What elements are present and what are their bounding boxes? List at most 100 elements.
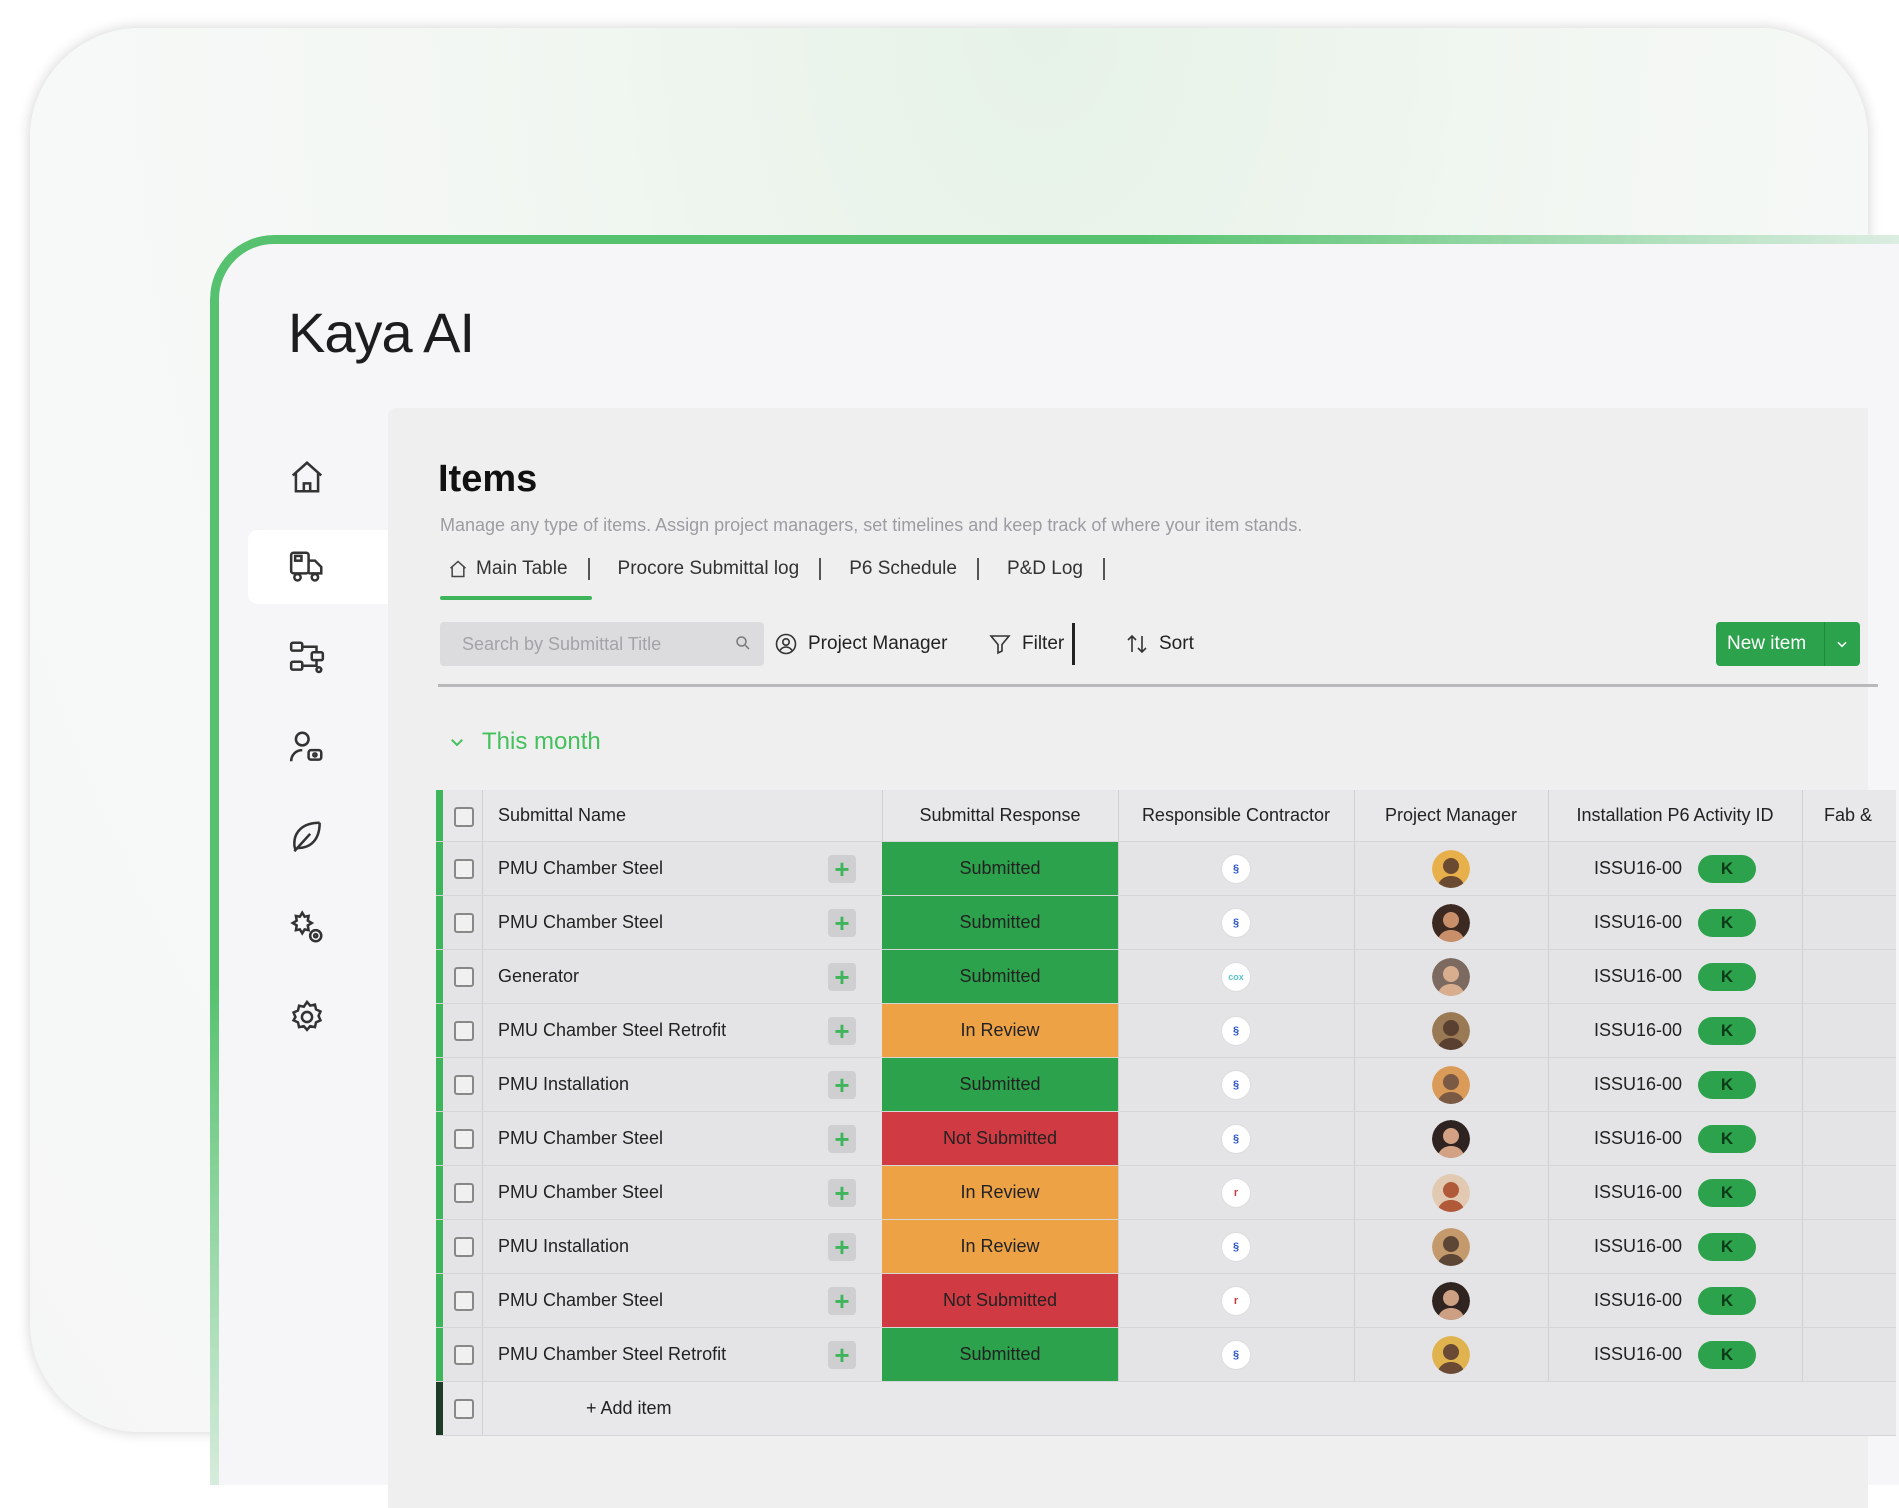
table-row[interactable]: PMU Chamber Steel Retrofit + In Review § ISS…: [436, 1004, 1896, 1058]
add-subitem-button[interactable]: +: [828, 1286, 856, 1316]
project-manager-cell[interactable]: [1354, 1112, 1548, 1165]
activity-id-cell[interactable]: ISSU16-00 K: [1548, 1058, 1802, 1111]
group-toggle-this-month[interactable]: This month: [448, 728, 601, 756]
activity-id-cell[interactable]: ISSU16-00 K: [1548, 842, 1802, 895]
submittal-name[interactable]: Generator: [498, 950, 808, 1003]
activity-tag[interactable]: K: [1698, 1016, 1757, 1045]
add-subitem-button[interactable]: +: [828, 854, 856, 884]
table-row[interactable]: PMU Chamber Steel + Submitted § ISSU16-00 K: [436, 896, 1896, 950]
search-input[interactable]: Search by Submittal Title: [440, 622, 764, 666]
add-subitem-button[interactable]: +: [828, 1232, 856, 1262]
activity-id-cell[interactable]: ISSU16-00 K: [1548, 1166, 1802, 1219]
submittal-name[interactable]: PMU Chamber Steel: [498, 1274, 808, 1327]
project-manager-cell[interactable]: [1354, 896, 1548, 949]
activity-tag[interactable]: K: [1698, 1286, 1757, 1315]
contractor-cell[interactable]: §: [1118, 1112, 1354, 1165]
contractor-cell[interactable]: r: [1118, 1274, 1354, 1327]
contractor-cell[interactable]: cox: [1118, 950, 1354, 1003]
contractor-cell[interactable]: §: [1118, 842, 1354, 895]
submittal-name[interactable]: PMU Chamber Steel Retrofit: [498, 1004, 808, 1057]
sidebar-item-sustainability[interactable]: [248, 800, 388, 874]
add-subitem-button[interactable]: +: [828, 1124, 856, 1154]
project-manager-cell[interactable]: [1354, 1274, 1548, 1327]
submittal-name[interactable]: PMU Chamber Steel: [498, 1166, 808, 1219]
sidebar-item-settings[interactable]: [248, 980, 388, 1054]
activity-id-cell[interactable]: ISSU16-00 K: [1548, 1004, 1802, 1057]
header-installation-activity-id[interactable]: Installation P6 Activity ID: [1548, 790, 1802, 841]
add-item-row[interactable]: + Add item: [436, 1382, 1896, 1436]
project-manager-cell[interactable]: [1354, 1220, 1548, 1273]
table-row[interactable]: PMU Chamber Steel Retrofit + Submitted § ISS…: [436, 1328, 1896, 1382]
tab-procore-submittal-log[interactable]: Procore Submittal log: [610, 558, 830, 580]
contractor-cell[interactable]: §: [1118, 1220, 1354, 1273]
row-checkbox[interactable]: [454, 1399, 474, 1419]
row-checkbox[interactable]: [454, 913, 474, 933]
filter-button[interactable]: Filter: [988, 622, 1064, 666]
submittal-name[interactable]: PMU Chamber Steel: [498, 1112, 808, 1165]
add-item-input[interactable]: + Add item: [586, 1382, 672, 1435]
row-checkbox[interactable]: [454, 1237, 474, 1257]
new-item-dropdown-button[interactable]: [1823, 622, 1860, 666]
activity-tag[interactable]: K: [1698, 1070, 1757, 1099]
row-checkbox[interactable]: [454, 1291, 474, 1311]
project-manager-cell[interactable]: [1354, 1058, 1548, 1111]
submittal-name[interactable]: PMU Chamber Steel: [498, 842, 808, 895]
sidebar-item-integrations[interactable]: [248, 890, 388, 964]
contractor-cell[interactable]: §: [1118, 1328, 1354, 1381]
status-badge[interactable]: In Review: [882, 1004, 1118, 1057]
row-checkbox[interactable]: [454, 1183, 474, 1203]
activity-id-cell[interactable]: ISSU16-00 K: [1548, 1220, 1802, 1273]
status-badge[interactable]: Not Submitted: [882, 1112, 1118, 1165]
project-manager-filter-button[interactable]: Project Manager: [774, 622, 947, 666]
activity-tag[interactable]: K: [1698, 854, 1757, 883]
contractor-cell[interactable]: r: [1118, 1166, 1354, 1219]
row-checkbox[interactable]: [454, 1021, 474, 1041]
activity-tag[interactable]: K: [1698, 1232, 1757, 1261]
status-badge[interactable]: Submitted: [882, 1058, 1118, 1111]
sidebar-item-home[interactable]: [248, 440, 388, 514]
submittal-name[interactable]: PMU Installation: [498, 1058, 808, 1111]
contractor-cell[interactable]: §: [1118, 1004, 1354, 1057]
header-project-manager[interactable]: Project Manager: [1354, 790, 1548, 841]
row-checkbox[interactable]: [454, 967, 474, 987]
activity-tag[interactable]: K: [1698, 1124, 1757, 1153]
project-manager-cell[interactable]: [1354, 842, 1548, 895]
tab-pd-log[interactable]: P&D Log: [999, 558, 1113, 580]
row-checkbox[interactable]: [454, 1075, 474, 1095]
sidebar-item-workflows[interactable]: [248, 620, 388, 694]
status-badge[interactable]: Submitted: [882, 950, 1118, 1003]
contractor-cell[interactable]: §: [1118, 896, 1354, 949]
sort-button[interactable]: Sort: [1125, 622, 1194, 666]
table-row[interactable]: PMU Chamber Steel + Not Submitted § ISSU16-0…: [436, 1112, 1896, 1166]
add-subitem-button[interactable]: +: [828, 908, 856, 938]
table-row[interactable]: PMU Installation + Submitted § ISSU16-00 K: [436, 1058, 1896, 1112]
project-manager-cell[interactable]: [1354, 1328, 1548, 1381]
project-manager-cell[interactable]: [1354, 1004, 1548, 1057]
add-subitem-button[interactable]: +: [828, 962, 856, 992]
project-manager-cell[interactable]: [1354, 950, 1548, 1003]
add-subitem-button[interactable]: +: [828, 1070, 856, 1100]
activity-tag[interactable]: K: [1698, 908, 1757, 937]
header-submittal-response[interactable]: Submittal Response: [882, 790, 1118, 841]
sidebar-item-items[interactable]: [248, 530, 388, 604]
row-checkbox[interactable]: [454, 1345, 474, 1365]
status-badge[interactable]: Submitted: [882, 842, 1118, 895]
table-row[interactable]: Generator + Submitted cox ISSU16-00 K: [436, 950, 1896, 1004]
submittal-name[interactable]: PMU Chamber Steel Retrofit: [498, 1328, 808, 1381]
add-subitem-button[interactable]: +: [828, 1178, 856, 1208]
table-row[interactable]: PMU Chamber Steel + In Review r ISSU16-00 K: [436, 1166, 1896, 1220]
add-subitem-button[interactable]: +: [828, 1340, 856, 1370]
new-item-button[interactable]: New item: [1716, 622, 1860, 666]
status-badge[interactable]: In Review: [882, 1220, 1118, 1273]
row-checkbox[interactable]: [454, 1129, 474, 1149]
activity-id-cell[interactable]: ISSU16-00 K: [1548, 950, 1802, 1003]
header-fab[interactable]: Fab &: [1802, 790, 1899, 841]
activity-tag[interactable]: K: [1698, 1178, 1757, 1207]
status-badge[interactable]: Not Submitted: [882, 1274, 1118, 1327]
tab-p6-schedule[interactable]: P6 Schedule: [841, 558, 987, 580]
activity-tag[interactable]: K: [1698, 962, 1757, 991]
add-subitem-button[interactable]: +: [828, 1016, 856, 1046]
activity-tag[interactable]: K: [1698, 1340, 1757, 1369]
contractor-cell[interactable]: §: [1118, 1058, 1354, 1111]
submittal-name[interactable]: PMU Chamber Steel: [498, 896, 808, 949]
